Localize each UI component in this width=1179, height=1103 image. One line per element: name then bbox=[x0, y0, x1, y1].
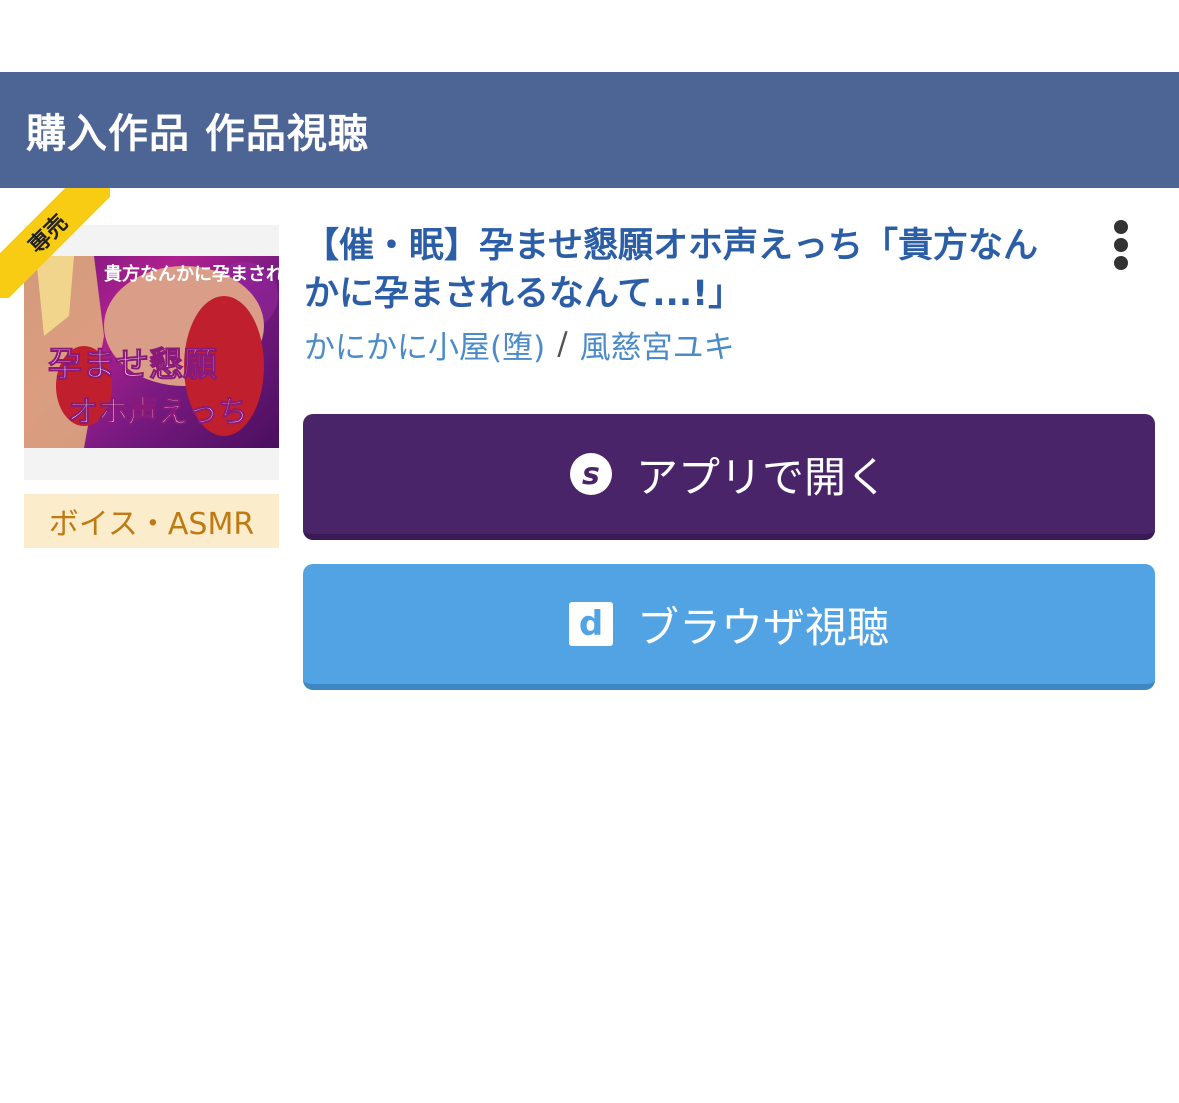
work-credits: かにかに小屋(堕) / 風慈宮ユキ bbox=[304, 322, 735, 367]
exclusive-ribbon: 専売 bbox=[0, 188, 110, 298]
exclusive-badge: 専売 bbox=[0, 188, 110, 298]
app-header: 購入作品 作品視聴 bbox=[0, 72, 1179, 188]
browser-view-label: ブラウザ視聴 bbox=[636, 602, 889, 652]
page: 購入作品 作品視聴 貴方なんかに孕まされるなんて...! 孕ませ懇願 オホ声えっ… bbox=[0, 0, 1179, 1103]
kebab-dot bbox=[1114, 256, 1128, 270]
open-in-app-label: アプリで開く bbox=[635, 452, 888, 502]
open-in-app-button[interactable]: s アプリで開く bbox=[303, 414, 1155, 540]
browser-logo-icon: d bbox=[568, 602, 613, 646]
genre-tag[interactable]: ボイス・ASMR bbox=[24, 494, 279, 548]
app-logo-icon: s bbox=[569, 453, 612, 495]
thumbnail-title-line1: 孕ませ懇願 bbox=[48, 345, 217, 385]
credit-separator: / bbox=[557, 326, 568, 362]
thumbnail-tagline: 貴方なんかに孕まされるなんて...! bbox=[104, 263, 279, 285]
kebab-dot bbox=[1114, 220, 1128, 234]
voice-actor-link[interactable]: 風慈宮ユキ bbox=[580, 322, 735, 367]
thumbnail-title-line2: オホ声えっち bbox=[68, 395, 248, 430]
kebab-dot bbox=[1114, 238, 1128, 252]
circle-link[interactable]: かにかに小屋(堕) bbox=[304, 322, 545, 367]
page-title: 購入作品 作品視聴 bbox=[26, 111, 369, 157]
more-options-icon[interactable] bbox=[1102, 216, 1140, 274]
work-title-link[interactable]: 【催・眠】孕ませ懇願オホ声えっち「貴方なんかに孕まされるなんて...!」 bbox=[304, 222, 1064, 318]
browser-view-button[interactable]: d ブラウザ視聴 bbox=[303, 564, 1155, 690]
